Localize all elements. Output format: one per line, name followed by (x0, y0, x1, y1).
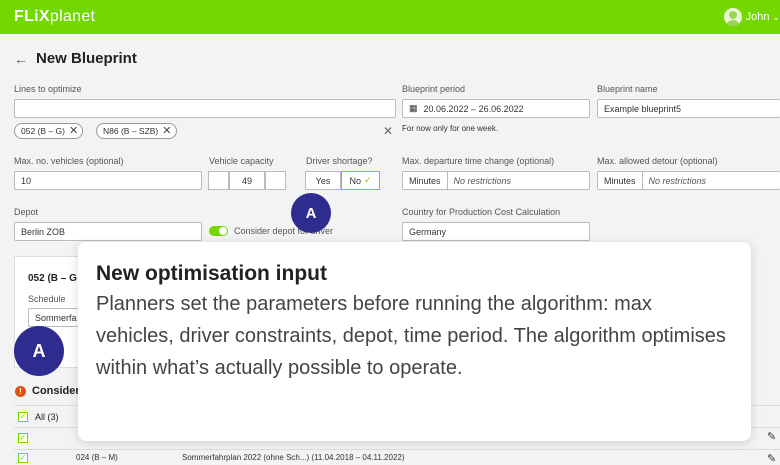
edit-icon[interactable]: ✎ (767, 430, 776, 443)
calendar-icon: ▦ (409, 103, 418, 113)
country-select[interactable]: Germany (402, 222, 590, 241)
tooltip-body: Planners set the parameters before runni… (96, 293, 726, 379)
tooltip-title: New optimisation input (96, 262, 327, 285)
consider-depot-toggle[interactable] (209, 226, 228, 236)
increment-button[interactable] (265, 171, 286, 190)
flixplanet-logo[interactable]: FLiXplanet (14, 8, 95, 26)
departure-change-label: Max. departure time change (optional) (402, 156, 555, 166)
consider-heading: Consider (32, 385, 80, 397)
row-checkbox[interactable]: ✓ (18, 453, 28, 463)
period-hint: For now only for one week. (402, 124, 499, 133)
country-label: Country for Production Cost Calculation (402, 207, 561, 217)
name-label: Blueprint name (597, 84, 658, 94)
lines-input[interactable] (14, 99, 396, 118)
explanation-tooltip: New optimisation input Planners set the … (78, 242, 751, 441)
line-chip-n86[interactable]: N86 (B – SZB) ✕ (96, 123, 177, 139)
no-option[interactable]: No ✓ (341, 171, 380, 190)
no-option-label: No (349, 175, 361, 186)
row-checkbox[interactable]: ✓ (18, 433, 28, 443)
detour-input[interactable]: Minutes No restrictions (597, 171, 780, 190)
schedule-label: Schedule (28, 294, 66, 304)
avatar-icon (723, 8, 742, 26)
clear-all-icon[interactable]: ✕ (383, 124, 393, 138)
page-header: ← New Blueprint (14, 50, 137, 67)
minutes-unit: Minutes (403, 172, 448, 189)
warning-icon: ! (15, 386, 26, 397)
max-vehicles-label: Max. no. vehicles (optional) (14, 156, 124, 166)
divider (14, 449, 780, 450)
top-bar: FLiXplanet John ⌄ (0, 0, 780, 34)
close-icon[interactable]: ✕ (162, 125, 171, 137)
max-vehicles-input[interactable]: 10 (14, 171, 202, 190)
user-name: John (745, 11, 770, 23)
close-icon[interactable]: ✕ (69, 125, 78, 137)
yes-option[interactable]: Yes (305, 171, 341, 190)
annotation-badge: A (291, 193, 331, 233)
card-line-title: 052 (B – G (28, 273, 77, 284)
select-all-checkbox[interactable]: ✓ (18, 412, 28, 422)
driver-shortage-toggle[interactable]: Yes No ✓ (305, 171, 380, 190)
capacity-label: Vehicle capacity (209, 156, 274, 166)
edit-icon[interactable]: ✎ (767, 452, 776, 465)
capacity-value[interactable]: 49 (229, 171, 265, 190)
chip-label: N86 (B – SZB) (103, 126, 159, 136)
period-label: Blueprint period (402, 84, 466, 94)
chevron-down-icon: ⌄ (772, 11, 780, 22)
chip-label: 052 (B – G) (21, 126, 65, 136)
depot-input[interactable]: Berlin ZOB (14, 222, 202, 241)
arrow-left-icon[interactable]: ← (14, 51, 28, 67)
blueprint-name-input[interactable]: Example blueprint5 (597, 99, 780, 118)
annotation-badge: A (14, 326, 64, 376)
minutes-unit: Minutes (598, 172, 643, 189)
period-value: 20.06.2022 – 26.06.2022 (423, 103, 524, 114)
detour-label: Max. allowed detour (optional) (597, 156, 718, 166)
line-chip-052[interactable]: 052 (B – G) ✕ (14, 123, 84, 139)
select-all-label: All (3) (35, 412, 59, 422)
departure-change-input[interactable]: Minutes No restrictions (402, 171, 590, 190)
user-menu[interactable]: John ⌄ (723, 7, 780, 27)
checkmark-icon: ✓ (363, 175, 372, 185)
lines-label: Lines to optimize (14, 84, 82, 94)
detour-placeholder: No restrictions (648, 175, 707, 186)
page-title: New Blueprint (36, 50, 137, 67)
decrement-button[interactable] (208, 171, 229, 190)
departure-change-placeholder: No restrictions (453, 175, 512, 186)
driver-shortage-label: Driver shortage? (306, 156, 373, 166)
period-date-picker[interactable]: ▦ 20.06.2022 – 26.06.2022 (402, 99, 590, 118)
capacity-stepper[interactable]: 49 (208, 171, 286, 190)
depot-label: Depot (14, 207, 39, 217)
